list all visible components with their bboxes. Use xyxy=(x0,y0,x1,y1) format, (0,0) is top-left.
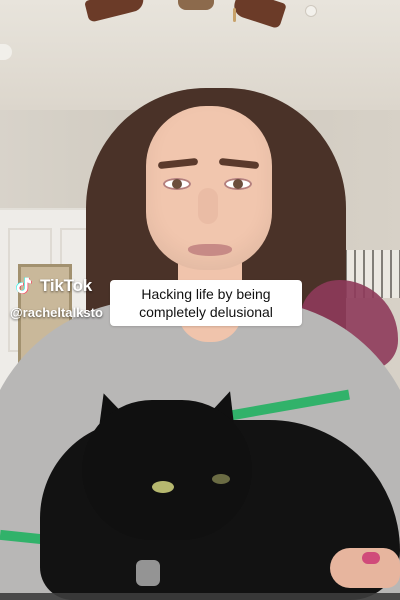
cat-eye-right xyxy=(212,474,230,484)
nose xyxy=(198,188,218,224)
bottom-edge-bar xyxy=(0,593,400,600)
painted-nail xyxy=(362,552,380,564)
caption-line: completely delusional xyxy=(139,304,273,320)
ceiling-fan-pull-chain xyxy=(233,8,236,22)
caption-line: Hacking life by being xyxy=(141,286,271,302)
cat-head xyxy=(82,400,252,540)
lips xyxy=(188,244,232,256)
tiktok-brand-name: TikTok xyxy=(40,276,93,295)
cat-eye-left xyxy=(152,481,174,493)
cat-collar-tag xyxy=(136,560,160,586)
ceiling-fan-hub xyxy=(178,0,214,10)
tiktok-watermark: TikTok xyxy=(14,276,92,296)
video-frame: TikTok @racheltalksto Hacking life by be… xyxy=(0,0,400,600)
creator-handle: @racheltalksto xyxy=(10,305,103,320)
caption-box: Hacking life by being completely delusio… xyxy=(110,280,302,326)
ceiling-fixture xyxy=(306,6,316,16)
tiktok-logo-icon xyxy=(14,276,34,296)
pupil-left xyxy=(172,179,182,189)
pupil-right xyxy=(233,179,243,189)
